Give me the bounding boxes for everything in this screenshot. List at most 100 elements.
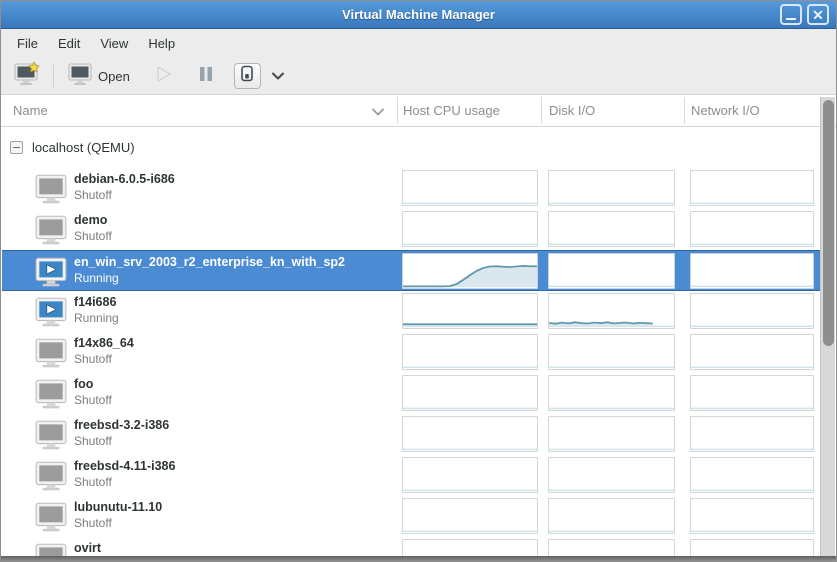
disk-io-chart bbox=[548, 170, 675, 206]
titlebar[interactable]: Virtual Machine Manager ✕ bbox=[1, 1, 836, 29]
vm-status: Shutoff bbox=[74, 352, 112, 366]
toolbar: Open bbox=[1, 58, 836, 95]
network-io-chart bbox=[690, 293, 814, 329]
host-row-localhost[interactable]: localhost (QEMU) bbox=[2, 127, 820, 168]
vm-status: Running bbox=[74, 271, 119, 285]
host-label: localhost (QEMU) bbox=[32, 140, 135, 155]
vm-state-icon bbox=[34, 337, 68, 368]
chevron-down-icon bbox=[271, 71, 285, 81]
vm-row[interactable]: ovirt bbox=[2, 537, 820, 556]
run-button[interactable] bbox=[148, 61, 178, 92]
window-title: Virtual Machine Manager bbox=[342, 7, 495, 22]
menu-file[interactable]: File bbox=[7, 31, 48, 56]
vm-row[interactable]: f14i686 Running bbox=[2, 291, 820, 332]
collapse-expander-icon[interactable] bbox=[10, 141, 23, 154]
cpu-usage-chart bbox=[402, 539, 538, 556]
network-io-chart bbox=[690, 253, 814, 289]
vm-status: Shutoff bbox=[74, 516, 112, 530]
vertical-scrollbar[interactable] bbox=[820, 97, 835, 556]
vm-state-icon bbox=[34, 501, 68, 532]
vm-name: freebsd-4.11-i386 bbox=[74, 459, 175, 473]
shutdown-menu-button[interactable] bbox=[271, 71, 285, 81]
cpu-usage-chart bbox=[402, 253, 538, 289]
vm-row[interactable]: foo Shutoff bbox=[2, 373, 820, 414]
vm-row[interactable]: f14x86_64 Shutoff bbox=[2, 332, 820, 373]
open-button-label: Open bbox=[98, 69, 130, 84]
menu-edit[interactable]: Edit bbox=[48, 31, 90, 56]
vm-status: Running bbox=[74, 311, 119, 325]
vm-state-icon bbox=[34, 256, 68, 287]
vm-row[interactable]: lubunutu-11.10 Shutoff bbox=[2, 496, 820, 537]
vm-name: f14i686 bbox=[74, 295, 116, 309]
pause-button[interactable] bbox=[192, 62, 220, 91]
vm-status: Shutoff bbox=[74, 434, 112, 448]
vm-row[interactable]: freebsd-3.2-i386 Shutoff bbox=[2, 414, 820, 455]
disk-io-chart bbox=[548, 375, 675, 411]
disk-io-chart bbox=[548, 293, 675, 329]
new-vm-button[interactable] bbox=[9, 59, 45, 94]
vm-row[interactable]: demo Shutoff bbox=[2, 209, 820, 250]
scrollbar-thumb[interactable] bbox=[823, 100, 834, 346]
toolbar-separator bbox=[53, 65, 54, 87]
cpu-usage-chart bbox=[402, 457, 538, 493]
vm-name: demo bbox=[74, 213, 107, 227]
network-io-chart bbox=[690, 211, 814, 247]
cpu-usage-chart bbox=[402, 293, 538, 329]
vm-name: debian-6.0.5-i686 bbox=[74, 172, 175, 186]
column-header-cpu[interactable]: Host CPU usage bbox=[403, 95, 500, 126]
vm-row[interactable]: en_win_srv_2003_r2_enterprise_kn_with_sp… bbox=[2, 250, 820, 291]
sort-indicator-icon bbox=[371, 104, 385, 122]
open-button[interactable]: Open bbox=[63, 60, 134, 93]
pause-icon bbox=[196, 64, 216, 89]
column-header-name[interactable]: Name bbox=[13, 95, 48, 126]
network-io-chart bbox=[690, 170, 814, 206]
vm-name: lubunutu-11.10 bbox=[74, 500, 162, 514]
vm-status: Shutoff bbox=[74, 393, 112, 407]
column-header-disk[interactable]: Disk I/O bbox=[549, 95, 595, 126]
vm-state-icon bbox=[34, 460, 68, 491]
network-io-chart bbox=[690, 416, 814, 452]
network-io-chart bbox=[690, 498, 814, 534]
cpu-usage-chart bbox=[402, 334, 538, 370]
disk-io-chart bbox=[548, 457, 675, 493]
vm-state-icon bbox=[34, 419, 68, 450]
cpu-usage-chart bbox=[402, 211, 538, 247]
vm-status: Shutoff bbox=[74, 229, 112, 243]
vm-state-icon bbox=[34, 214, 68, 245]
vm-status: Shutoff bbox=[74, 475, 112, 489]
vm-row[interactable]: freebsd-4.11-i386 Shutoff bbox=[2, 455, 820, 496]
vm-list: localhost (QEMU) debian-6.0.5-i686 Shuto… bbox=[2, 127, 820, 556]
cpu-usage-chart bbox=[402, 498, 538, 534]
minimize-icon bbox=[786, 18, 796, 20]
cpu-usage-chart bbox=[402, 416, 538, 452]
column-header-network[interactable]: Network I/O bbox=[691, 95, 760, 126]
vm-row[interactable]: debian-6.0.5-i686 Shutoff bbox=[2, 168, 820, 209]
virtual-machine-manager-window: Virtual Machine Manager ✕ File Edit View… bbox=[0, 0, 837, 562]
vm-state-icon bbox=[34, 378, 68, 409]
close-button[interactable]: ✕ bbox=[807, 4, 829, 25]
network-io-chart bbox=[690, 457, 814, 493]
window-resize-edge[interactable] bbox=[1, 556, 836, 561]
column-header-row: Name Host CPU usage Disk I/O Network I/O bbox=[1, 95, 836, 127]
menu-view[interactable]: View bbox=[90, 31, 138, 56]
new-vm-icon bbox=[13, 61, 41, 92]
vm-status: Shutoff bbox=[74, 188, 112, 202]
network-io-chart bbox=[690, 539, 814, 556]
vm-name: f14x86_64 bbox=[74, 336, 134, 350]
minimize-button[interactable] bbox=[780, 4, 802, 25]
vm-state-icon bbox=[34, 173, 68, 204]
close-icon: ✕ bbox=[812, 8, 824, 22]
vm-name: freebsd-3.2-i386 bbox=[74, 418, 169, 432]
disk-io-chart bbox=[548, 498, 675, 534]
menubar: File Edit View Help bbox=[1, 29, 836, 58]
menu-help[interactable]: Help bbox=[138, 31, 185, 56]
play-icon bbox=[152, 63, 174, 90]
disk-io-chart bbox=[548, 253, 675, 289]
disk-io-chart bbox=[548, 416, 675, 452]
shutdown-button[interactable] bbox=[234, 63, 261, 89]
cpu-usage-chart bbox=[402, 170, 538, 206]
vm-name: en_win_srv_2003_r2_enterprise_kn_with_sp… bbox=[74, 255, 345, 269]
network-io-chart bbox=[690, 334, 814, 370]
vm-state-icon bbox=[34, 542, 68, 556]
disk-io-chart bbox=[548, 334, 675, 370]
